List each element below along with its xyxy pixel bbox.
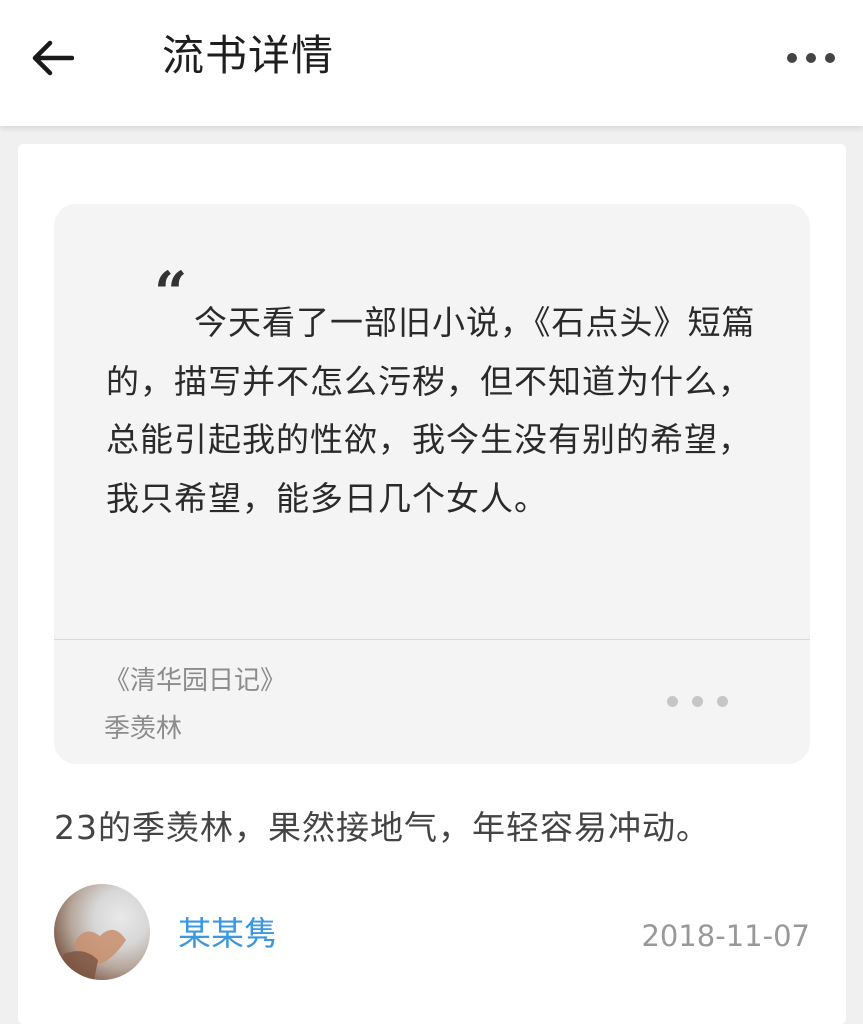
quote-text: 今天看了一部旧小说，《石点头》短篇的，描写并不怎么污秽，但不知道为什么，总能引起… <box>106 303 756 518</box>
source-author: 季羡林 <box>104 714 183 744</box>
arrow-left-icon <box>32 40 74 76</box>
more-options-button[interactable] <box>781 40 841 76</box>
quote-box: “ 今天看了一部旧小说，《石点头》短篇的，描写并不怎么污秽，但不知道为什么，总能… <box>54 204 810 764</box>
more-dot-icon <box>667 696 678 707</box>
more-dot-icon <box>825 53 835 63</box>
source-book-title: 《清华园日记》 <box>104 666 287 696</box>
quote-more-button[interactable] <box>667 696 728 707</box>
avatar[interactable] <box>54 884 150 980</box>
post-card: “ 今天看了一部旧小说，《石点头》短篇的，描写并不怎么污秽，但不知道为什么，总能… <box>18 144 846 1024</box>
avatar-image-icon <box>58 929 126 980</box>
post-date: 2018-11-07 <box>641 919 810 953</box>
more-dot-icon <box>692 696 703 707</box>
more-dot-icon <box>717 696 728 707</box>
top-app-bar: 流书详情 <box>0 0 863 126</box>
more-dot-icon <box>806 53 816 63</box>
username-link[interactable]: 某某隽 <box>178 910 277 958</box>
divider <box>54 639 810 640</box>
back-button[interactable] <box>22 30 82 86</box>
more-dot-icon <box>787 53 797 63</box>
comment-text: 23的季羡林，果然接地气，年轻容易冲动。 <box>54 808 710 847</box>
page-title: 流书详情 <box>162 31 335 80</box>
